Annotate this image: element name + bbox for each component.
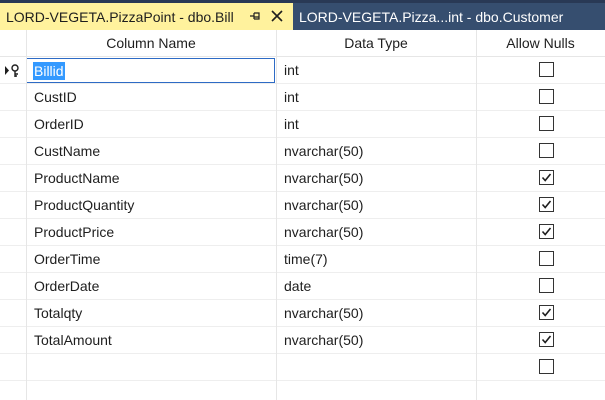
row-selector[interactable]: [0, 138, 26, 165]
column-divider: [476, 30, 477, 400]
data-type-cell[interactable]: nvarchar(50): [284, 219, 474, 246]
column-name-cell[interactable]: OrderID: [34, 111, 272, 138]
table-row[interactable]: OrderTime time(7): [0, 246, 605, 273]
table-row[interactable]: OrderDate date: [0, 273, 605, 300]
table-row[interactable]: ProductName nvarchar(50): [0, 165, 605, 192]
tab-bill[interactable]: LORD-VEGETA.PizzaPoint - dbo.Bill: [0, 3, 293, 30]
allow-nulls-checkbox[interactable]: [539, 116, 554, 131]
allow-nulls-checkbox[interactable]: [539, 197, 554, 212]
table-row[interactable]: Billid int: [0, 57, 605, 84]
allow-nulls-checkbox[interactable]: [539, 251, 554, 266]
data-type-cell[interactable]: date: [284, 273, 474, 300]
allow-nulls-checkbox[interactable]: [539, 143, 554, 158]
table-row[interactable]: [0, 354, 605, 381]
checkmark-icon: [541, 308, 552, 317]
allow-nulls-checkbox[interactable]: [539, 278, 554, 293]
row-selector[interactable]: [0, 84, 26, 111]
column-name-cell[interactable]: ProductQuantity: [34, 192, 272, 219]
checkmark-icon: [541, 173, 552, 182]
row-selector[interactable]: [0, 273, 26, 300]
allow-nulls-checkbox[interactable]: [539, 224, 554, 239]
close-icon[interactable]: [270, 9, 284, 23]
data-type-cell[interactable]: int: [284, 84, 474, 111]
data-type-cell[interactable]: nvarchar(50): [284, 300, 474, 327]
data-type-cell[interactable]: int: [284, 111, 474, 138]
row-selector[interactable]: [0, 354, 26, 381]
allow-nulls-checkbox[interactable]: [539, 305, 554, 320]
row-selector[interactable]: [0, 219, 26, 246]
data-type-cell[interactable]: nvarchar(50): [284, 165, 474, 192]
data-type-cell[interactable]: [284, 354, 474, 381]
column-name-cell[interactable]: CustID: [34, 84, 272, 111]
data-type-cell[interactable]: int: [284, 57, 474, 84]
document-tabstrip: LORD-VEGETA.PizzaPoint - dbo.Bill LORD-V…: [0, 0, 605, 30]
data-type-cell[interactable]: nvarchar(50): [284, 192, 474, 219]
allow-nulls-header[interactable]: Allow Nulls: [476, 30, 605, 57]
column-name-text: Billid: [33, 62, 65, 80]
allow-nulls-checkbox[interactable]: [539, 62, 554, 77]
column-name-header[interactable]: Column Name: [26, 30, 276, 57]
column-name-cell[interactable]: ProductName: [34, 165, 272, 192]
row-selector[interactable]: [0, 57, 26, 84]
column-name-cell[interactable]: ProductPrice: [34, 219, 272, 246]
pin-icon[interactable]: [248, 9, 262, 23]
table-row[interactable]: OrderID int: [0, 111, 605, 138]
column-divider: [276, 30, 277, 400]
grid-header: Column Name Data Type Allow Nulls: [0, 30, 605, 57]
row-selector[interactable]: [0, 327, 26, 354]
checkmark-icon: [541, 227, 552, 236]
allow-nulls-checkbox[interactable]: [539, 332, 554, 347]
data-type-cell[interactable]: time(7): [284, 246, 474, 273]
tab-title: LORD-VEGETA.PizzaPoint - dbo.Bill: [6, 8, 234, 25]
data-type-header[interactable]: Data Type: [276, 30, 476, 57]
row-selector[interactable]: [0, 246, 26, 273]
column-divider: [26, 30, 27, 400]
checkmark-icon: [541, 335, 552, 344]
tab-customer[interactable]: LORD-VEGETA.Pizza...int - dbo.Customer: [293, 3, 605, 30]
column-name-cell[interactable]: CustName: [34, 138, 272, 165]
checkmark-icon: [541, 200, 552, 209]
data-type-cell[interactable]: nvarchar(50): [284, 327, 474, 354]
column-name-cell[interactable]: Totalqty: [34, 300, 272, 327]
column-name-cell[interactable]: [34, 354, 272, 381]
table-designer-grid: Column Name Data Type Allow Nulls Billid…: [0, 30, 605, 400]
column-name-editor[interactable]: Billid: [26, 58, 275, 83]
table-row[interactable]: ProductQuantity nvarchar(50): [0, 192, 605, 219]
tab-title: LORD-VEGETA.Pizza...int - dbo.Customer: [299, 8, 564, 25]
column-name-cell[interactable]: TotalAmount: [34, 327, 272, 354]
column-name-cell[interactable]: OrderTime: [34, 246, 272, 273]
allow-nulls-checkbox[interactable]: [539, 89, 554, 104]
row-selector[interactable]: [0, 300, 26, 327]
data-type-cell[interactable]: nvarchar(50): [284, 138, 474, 165]
table-row[interactable]: CustID int: [0, 84, 605, 111]
primary-key-icon: [4, 63, 22, 78]
row-selector[interactable]: [0, 165, 26, 192]
table-row[interactable]: ProductPrice nvarchar(50): [0, 219, 605, 246]
row-selector[interactable]: [0, 192, 26, 219]
allow-nulls-checkbox[interactable]: [539, 359, 554, 374]
table-row[interactable]: Totalqty nvarchar(50): [0, 300, 605, 327]
column-name-cell[interactable]: OrderDate: [34, 273, 272, 300]
table-row[interactable]: CustName nvarchar(50): [0, 138, 605, 165]
allow-nulls-checkbox[interactable]: [539, 170, 554, 185]
row-selector[interactable]: [0, 111, 26, 138]
table-row[interactable]: TotalAmount nvarchar(50): [0, 327, 605, 354]
